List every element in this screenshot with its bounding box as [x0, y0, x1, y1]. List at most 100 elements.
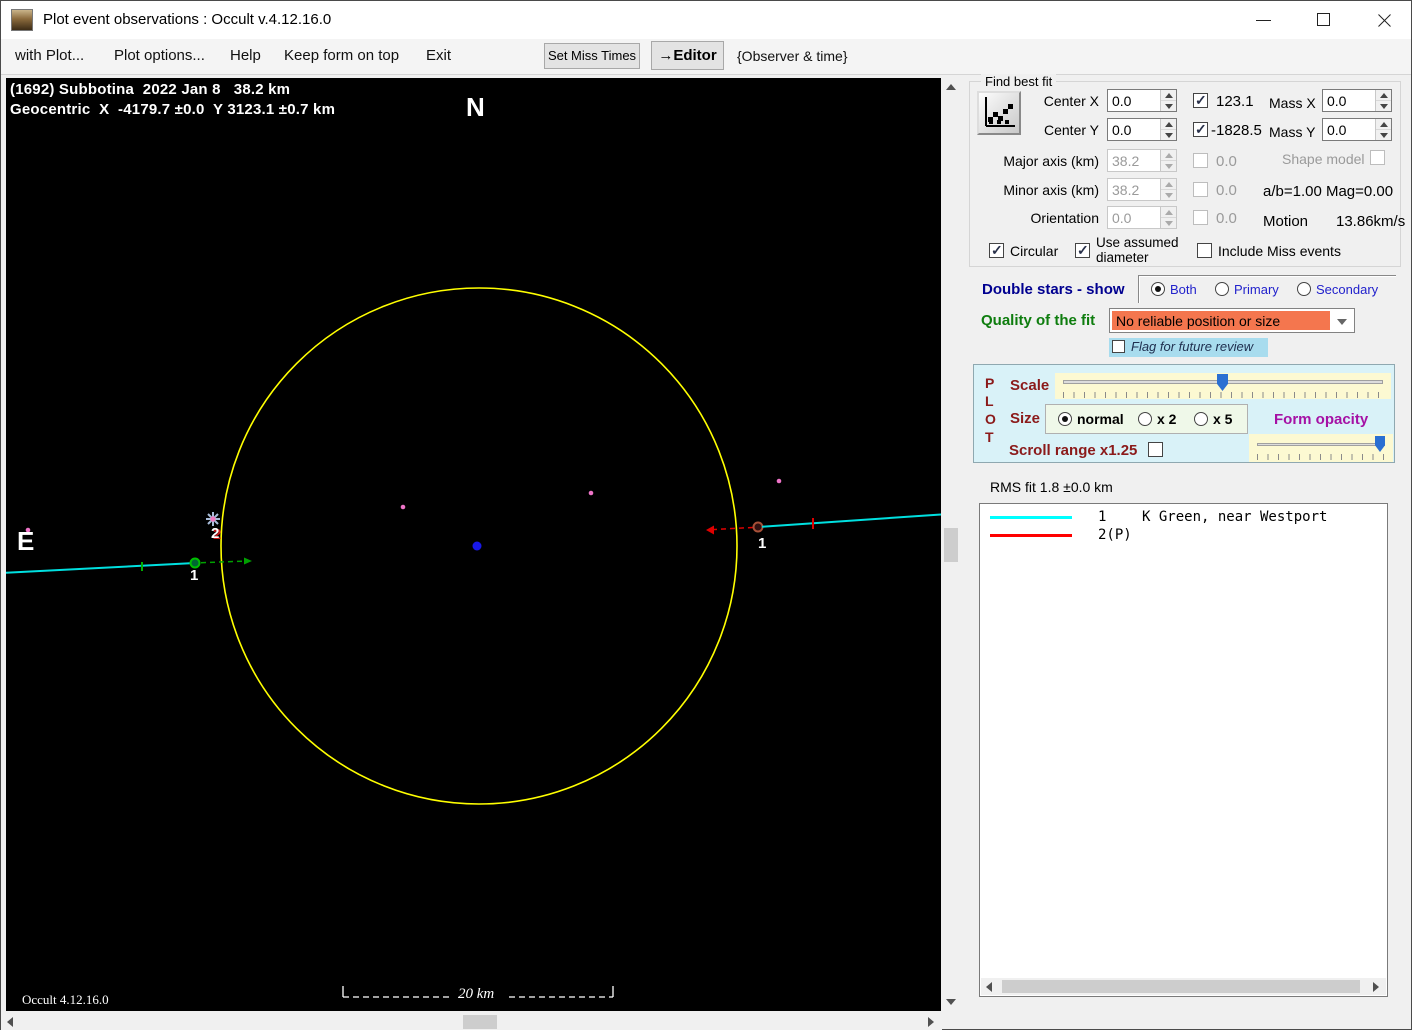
scale-slider[interactable]: [1055, 373, 1391, 399]
circular-checkbox[interactable]: [989, 242, 1004, 259]
vertical-scroll-thumb[interactable]: [944, 528, 958, 562]
center-y-value[interactable]: 0.0: [1112, 122, 1131, 138]
chord1-start-marker: [752, 521, 764, 533]
scroll-range-label: Scroll range x1.25: [1009, 442, 1138, 459]
double-stars-label: Double stars - show: [982, 281, 1125, 298]
quality-dropdown-button[interactable]: [1332, 311, 1352, 330]
shape-model-checkbox[interactable]: [1370, 150, 1385, 165]
use-assumed-line2: diameter: [1096, 250, 1149, 265]
menu-plot-options[interactable]: Plot options...: [114, 47, 205, 64]
minor-axis-checkbox[interactable]: [1193, 182, 1208, 197]
scroll-left-icon[interactable]: [986, 982, 992, 992]
include-miss-events-checkbox[interactable]: [1197, 243, 1212, 258]
form-opacity-slider[interactable]: [1249, 434, 1393, 462]
legend-item[interactable]: 2(P): [980, 526, 1387, 544]
motion-value: 13.86km/s: [1336, 213, 1406, 230]
legend-swatch-cyan: [990, 516, 1072, 519]
orientation-aux: 0.0: [1216, 210, 1237, 227]
fit-y-checkbox[interactable]: [1193, 121, 1208, 138]
plot-header-line2: Geocentric X -4179.7 ±0.0 Y 3123.1 ±0.7 …: [10, 101, 336, 118]
plot-letter-p: P: [985, 375, 995, 391]
plot-canvas[interactable]: (1692) Subbotina 2022 Jan 8 38.2 km Geoc…: [6, 78, 941, 1011]
double-stars-both-label: Both: [1170, 282, 1197, 297]
observer-time-label: {Observer & time}: [737, 48, 848, 64]
scale-slider-thumb[interactable]: [1217, 374, 1228, 391]
window-title: Plot event observations : Occult v.4.12.…: [43, 11, 332, 28]
size-x5-radio[interactable]: [1194, 412, 1208, 426]
quality-dropdown[interactable]: No reliable position or size: [1109, 308, 1355, 333]
orientation-checkbox[interactable]: [1193, 210, 1208, 225]
plot-vertical-scrollbar[interactable]: [942, 78, 960, 1011]
major-axis-checkbox[interactable]: [1193, 153, 1208, 168]
double-stars-both-radio[interactable]: [1151, 282, 1165, 296]
size-normal-label: normal: [1077, 411, 1124, 427]
mass-y-spinner[interactable]: 0.0: [1322, 118, 1392, 141]
legend-listbox[interactable]: 1 K Green, near Westport 2(P): [979, 503, 1388, 997]
menu-with-plot[interactable]: with Plot...: [15, 47, 84, 64]
find-best-fit-title: Find best fit: [981, 74, 1057, 89]
form-opacity-thumb[interactable]: [1375, 436, 1385, 452]
scale-slider-ticks: [1063, 392, 1385, 398]
plot-horizontal-scrollbar[interactable]: [1, 1013, 942, 1030]
scroll-range-checkbox[interactable]: [1148, 442, 1163, 457]
flag-review-row: Flag for future review: [1109, 338, 1268, 357]
east-label: E: [17, 526, 35, 556]
double-stars-primary-label: Primary: [1234, 282, 1279, 297]
legend-horizontal-scrollbar[interactable]: [981, 978, 1386, 995]
use-assumed-diameter-label: Use assumed diameter: [1096, 235, 1179, 265]
double-stars-secondary-radio[interactable]: [1297, 282, 1311, 296]
center-y-spinner[interactable]: 0.0: [1107, 118, 1177, 141]
legend-item-name: K Green, near Westport: [1142, 509, 1328, 525]
size-x2-radio[interactable]: [1138, 412, 1152, 426]
scroll-up-icon[interactable]: [946, 84, 956, 90]
mass-y-value[interactable]: 0.0: [1327, 122, 1346, 138]
flag-review-label: Flag for future review: [1131, 339, 1254, 354]
double-stars-primary-radio[interactable]: [1215, 282, 1229, 296]
minimize-button[interactable]: [1241, 1, 1287, 39]
legend-scroll-thumb[interactable]: [1002, 980, 1360, 993]
ab-mag-label: a/b=1.00 Mag=0.00: [1263, 183, 1394, 200]
menu-exit[interactable]: Exit: [426, 47, 451, 64]
chevron-down-icon: [1337, 319, 1347, 325]
menu-help[interactable]: Help: [230, 47, 261, 64]
scroll-right-icon[interactable]: [1373, 982, 1379, 992]
center-x-value[interactable]: 0.0: [1112, 93, 1131, 109]
mass-x-label: Mass X: [1269, 95, 1316, 111]
center-y-label: Center Y: [1044, 122, 1099, 138]
minor-axis-spinner[interactable]: 38.2: [1107, 178, 1177, 201]
scroll-left-icon[interactable]: [7, 1017, 13, 1027]
shape-model-label: Shape model: [1282, 151, 1365, 167]
menu-keep-form-on-top[interactable]: Keep form on top: [284, 47, 399, 64]
set-miss-times-button[interactable]: Set Miss Times: [544, 43, 640, 69]
mass-x-value[interactable]: 0.0: [1327, 93, 1346, 109]
plot-letter-l: L: [985, 393, 994, 409]
form-opacity-label: Form opacity: [1274, 411, 1369, 428]
form-opacity-track[interactable]: [1257, 443, 1385, 446]
flag-review-checkbox[interactable]: [1112, 340, 1125, 353]
orientation-spinner[interactable]: 0.0: [1107, 206, 1177, 229]
menu-bar: with Plot... Plot options... Help Keep f…: [1, 39, 1411, 75]
fit-y-value: -1828.5: [1211, 122, 1262, 139]
close-button[interactable]: [1361, 1, 1407, 39]
major-axis-spinner[interactable]: 38.2: [1107, 149, 1177, 172]
fit-x-checkbox[interactable]: [1193, 92, 1208, 109]
field-star-dots: [25, 478, 782, 533]
minor-axis-aux: 0.0: [1216, 182, 1237, 199]
editor-button[interactable]: →Editor: [651, 41, 724, 70]
maximize-button[interactable]: [1301, 1, 1347, 39]
center-x-label: Center X: [1043, 93, 1099, 109]
major-axis-label: Major axis (km): [1003, 153, 1099, 169]
scroll-down-icon[interactable]: [946, 999, 956, 1005]
mass-x-spinner[interactable]: 0.0: [1322, 89, 1392, 112]
legend-item[interactable]: 1 K Green, near Westport: [980, 508, 1387, 526]
use-assumed-diameter-checkbox[interactable]: [1075, 242, 1090, 259]
legend-item-number: 2(P): [1098, 527, 1132, 543]
size-x2-label: x 2: [1157, 411, 1177, 427]
center-dot: [472, 541, 482, 551]
size-normal-radio[interactable]: [1058, 412, 1072, 426]
scroll-right-icon[interactable]: [928, 1017, 934, 1027]
center-x-spinner[interactable]: 0.0: [1107, 89, 1177, 112]
include-miss-events-label: Include Miss events: [1218, 243, 1341, 259]
chord1-predicted-label: 1: [758, 535, 767, 552]
horizontal-scroll-thumb[interactable]: [463, 1015, 497, 1029]
